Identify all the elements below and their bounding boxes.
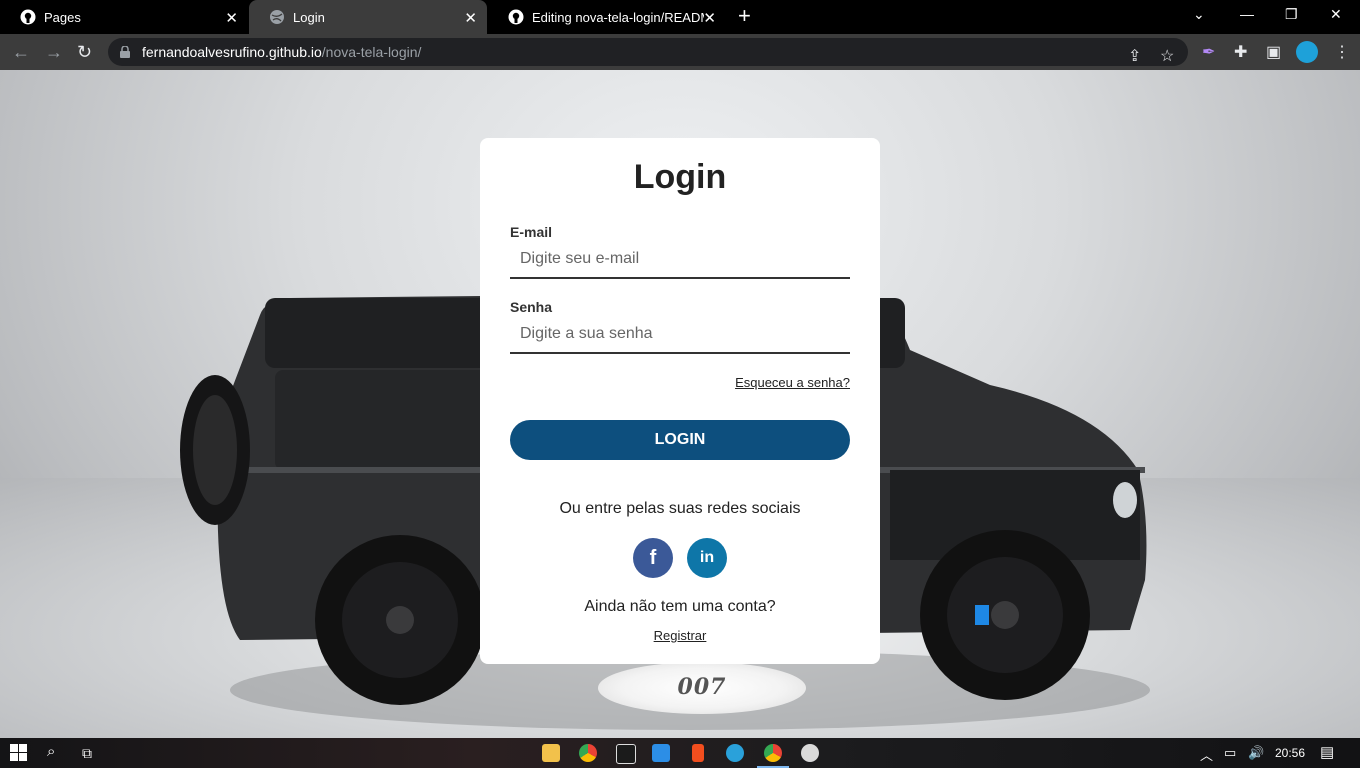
menu-dots-icon[interactable]: ⋮	[1334, 42, 1350, 62]
password-field[interactable]	[510, 316, 850, 354]
facebook-login-button[interactable]: f	[633, 538, 673, 578]
restore-button[interactable]: ❐	[1285, 6, 1298, 23]
tab-login[interactable]: Login ✕	[249, 0, 487, 34]
forgot-password-link[interactable]: Esqueceu a senha?	[735, 375, 850, 390]
clock[interactable]: 20:56	[1275, 746, 1305, 760]
windows-taskbar: ⌕ ⧉ ︿ ▭ 🔊 20:56 ▤	[0, 738, 1360, 768]
email-label: E-mail	[510, 224, 553, 240]
tab-title: Login	[293, 9, 325, 25]
windows-start-icon[interactable]	[10, 744, 27, 766]
facebook-icon: f	[649, 546, 657, 569]
figma-icon[interactable]	[692, 744, 704, 762]
social-login-text: Ou entre pelas suas redes sociais	[559, 500, 801, 517]
forward-icon[interactable]: →	[45, 42, 63, 63]
no-account-text: Ainda não tem uma conta?	[584, 598, 776, 615]
telegram-icon[interactable]	[726, 744, 744, 762]
profile-avatar[interactable]	[1296, 41, 1318, 63]
close-tab-icon[interactable]: ✕	[225, 9, 238, 27]
tab-search-chevron-icon[interactable]: ⌄	[1193, 6, 1205, 23]
reload-icon[interactable]: ↻	[77, 42, 92, 63]
login-card: Login E-mail Senha Esqueceu a senha? LOG…	[480, 138, 880, 664]
spotlight-logo: 007	[598, 662, 806, 714]
volume-icon[interactable]: 🔊	[1248, 745, 1264, 761]
back-icon[interactable]: ←	[12, 42, 30, 63]
close-window-button[interactable]: ✕	[1330, 6, 1342, 23]
paint-icon[interactable]	[801, 744, 819, 762]
tab-title: Editing nova-tela-login/README	[532, 9, 704, 25]
vscode-icon[interactable]	[652, 744, 670, 762]
tab-editing-readme[interactable]: Editing nova-tela-login/README ✕	[488, 0, 726, 34]
pycharm-icon[interactable]	[616, 744, 636, 764]
tab-pages[interactable]: Pages ✕	[0, 0, 248, 34]
chrome-icon[interactable]	[579, 744, 597, 762]
linkedin-login-button[interactable]: in	[687, 538, 727, 578]
close-tab-icon[interactable]: ✕	[703, 9, 716, 27]
lock-icon	[120, 45, 130, 58]
search-icon[interactable]: ⌕	[47, 743, 55, 760]
tab-title: Pages	[44, 9, 81, 25]
address-bar[interactable]: fernandoalvesrufino.github.io/nova-tela-…	[108, 38, 1188, 66]
extensions-puzzle-icon[interactable]: ✚	[1234, 42, 1247, 62]
password-label: Senha	[510, 299, 553, 315]
github-icon	[20, 9, 36, 25]
network-icon[interactable]: ▭	[1224, 745, 1236, 761]
minimize-button[interactable]: —	[1240, 6, 1254, 22]
extension-feather-icon[interactable]: ✒	[1202, 42, 1215, 62]
login-title: Login	[633, 158, 727, 196]
url-text: fernandoalvesrufino.github.io/nova-tela-…	[142, 44, 422, 60]
email-field[interactable]	[510, 241, 850, 279]
new-tab-button[interactable]: +	[738, 5, 751, 27]
notifications-icon[interactable]: ▤	[1320, 743, 1334, 761]
linkedin-icon: in	[699, 549, 715, 566]
globe-icon	[269, 9, 285, 25]
login-button[interactable]: LOGIN	[510, 420, 850, 460]
register-link[interactable]: Registrar	[480, 628, 880, 643]
browser-tab-bar: Pages ✕ Login ✕ Editing nova-tela-login/…	[0, 0, 1360, 34]
task-view-icon[interactable]: ⧉	[82, 745, 92, 762]
page-background: 007 Login E-mail Senha Esqueceu a senha?…	[0, 70, 1360, 738]
side-panel-icon[interactable]: ▣	[1266, 42, 1281, 62]
browser-toolbar: ← → ↻ fernandoalvesrufino.github.io/nova…	[0, 34, 1360, 70]
chrome-active-icon[interactable]	[764, 744, 782, 762]
file-explorer-icon[interactable]	[542, 744, 560, 762]
share-icon[interactable]: ⇪	[1128, 46, 1141, 66]
github-icon	[508, 9, 524, 25]
tray-chevron-icon[interactable]: ︿	[1200, 745, 1213, 764]
close-tab-icon[interactable]: ✕	[464, 9, 477, 27]
bookmark-star-icon[interactable]: ☆	[1160, 46, 1174, 66]
